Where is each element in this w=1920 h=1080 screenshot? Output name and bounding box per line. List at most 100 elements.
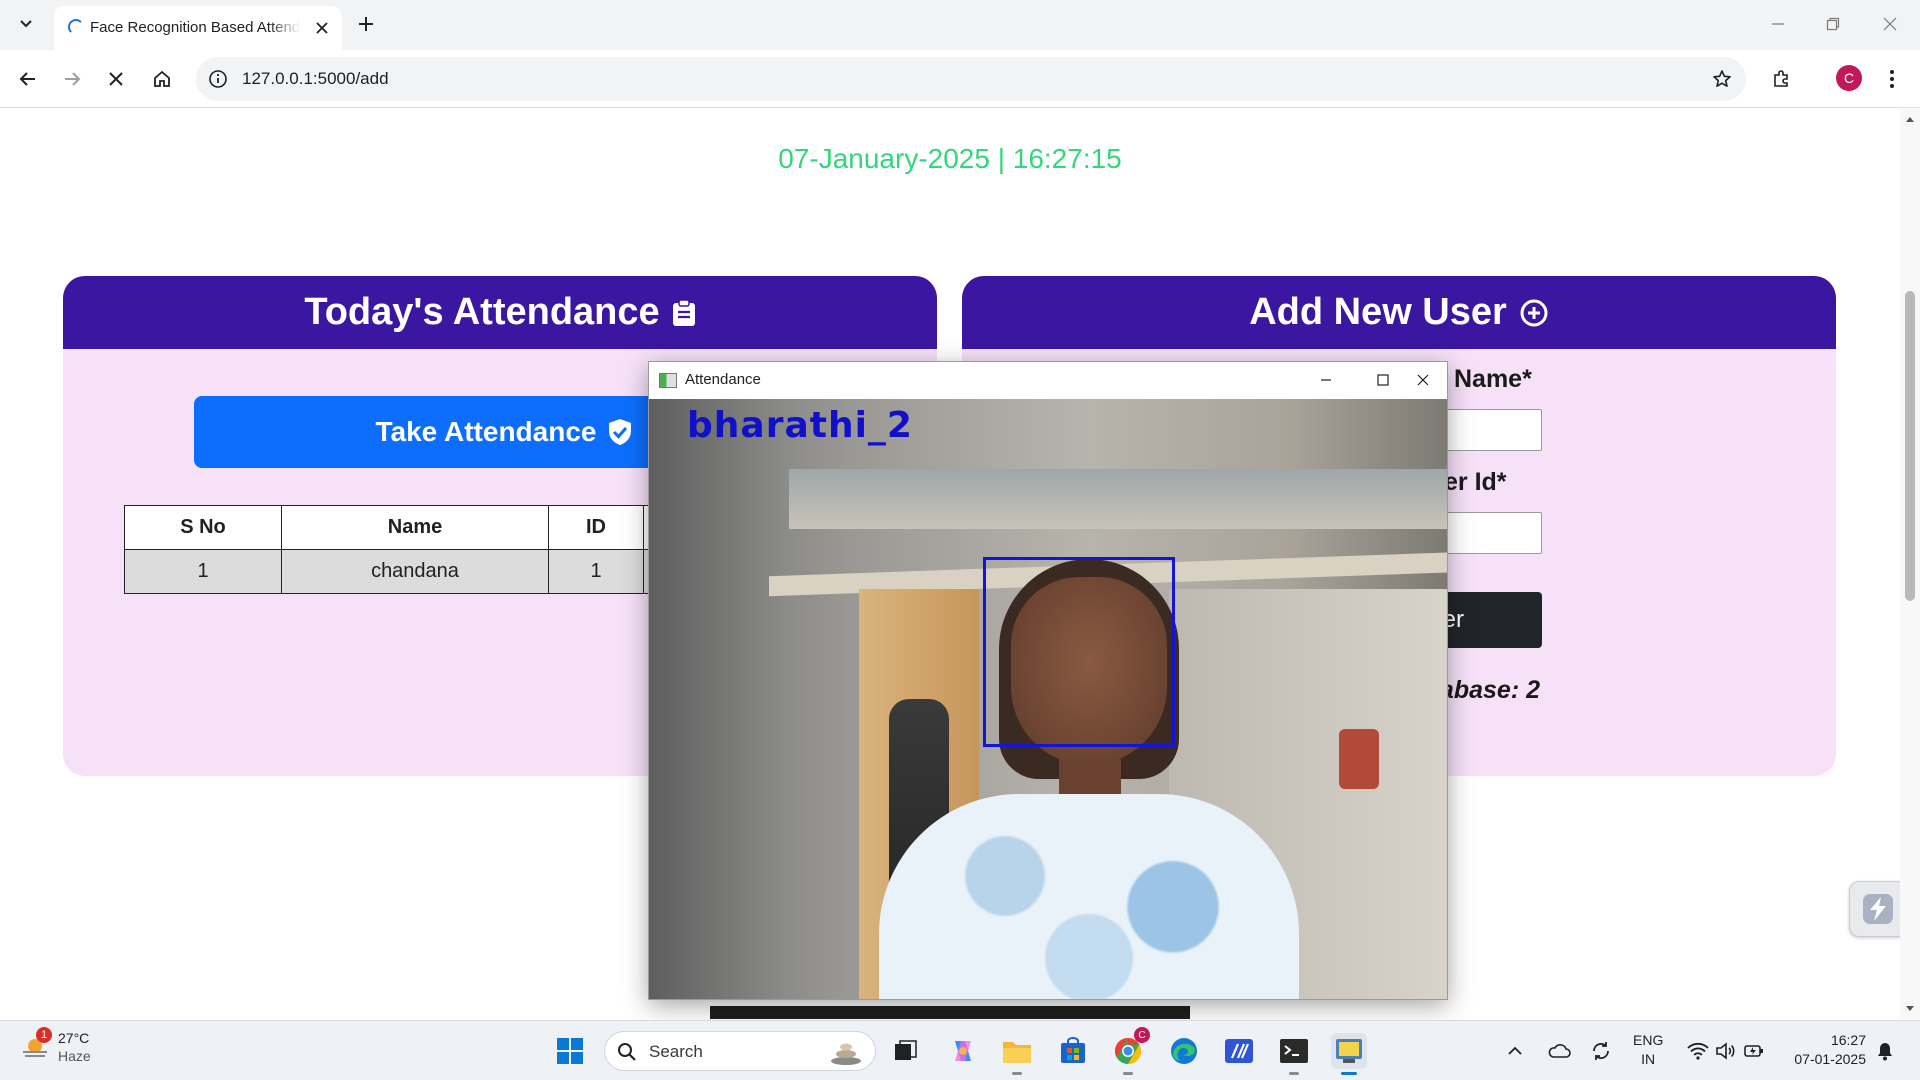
home-button[interactable] xyxy=(146,63,178,95)
battery-charging-icon xyxy=(1744,1045,1763,1057)
camera-minimize-button[interactable] xyxy=(1303,365,1349,395)
battery-tray-icon[interactable] xyxy=(1740,1033,1768,1069)
weather-widget[interactable]: 1 27°C Haze xyxy=(20,1027,91,1065)
close-icon xyxy=(1417,374,1429,386)
edge-icon xyxy=(1171,1038,1197,1064)
terminal-button[interactable] xyxy=(1276,1033,1312,1075)
camera-window-title: Attendance xyxy=(685,371,761,388)
minimize-icon xyxy=(1772,23,1784,25)
forward-button[interactable] xyxy=(56,63,88,95)
copilot-button[interactable] xyxy=(945,1033,981,1069)
browser-toolbar: 127.0.0.1:5000/add C xyxy=(0,50,1920,108)
microsoft-store-button[interactable] xyxy=(1055,1033,1091,1069)
weather-icon: 1 xyxy=(20,1027,52,1062)
task-view-icon xyxy=(895,1040,917,1060)
attendance-camera-window[interactable]: Attendance bharathi_2 xyxy=(648,361,1448,1000)
windows-icon xyxy=(557,1038,583,1064)
address-bar[interactable]: 127.0.0.1:5000/add xyxy=(196,57,1746,101)
notifications-button[interactable] xyxy=(1870,1033,1900,1069)
shield-check-icon xyxy=(609,419,632,445)
scroll-thumb[interactable] xyxy=(1905,291,1915,601)
close-window-button[interactable] xyxy=(1870,8,1910,40)
task-view-button[interactable] xyxy=(888,1033,924,1069)
home-icon xyxy=(154,70,170,87)
browser-tab-bar: Face Recognition Based Attendance xyxy=(0,0,1920,50)
column-header-name: Name xyxy=(281,505,549,550)
menu-icon xyxy=(1890,70,1894,88)
running-indicator xyxy=(1012,1072,1022,1075)
chrome-button[interactable]: C xyxy=(1110,1027,1150,1075)
camera-close-button[interactable] xyxy=(1400,365,1446,395)
scene-mirror xyxy=(1339,729,1379,789)
chrome-profile-badge: C xyxy=(1134,1027,1150,1043)
scroll-down-icon xyxy=(1906,1006,1914,1011)
minimize-icon xyxy=(1321,379,1331,381)
onedrive-tray-icon[interactable] xyxy=(1544,1033,1574,1069)
plus-icon xyxy=(359,17,373,31)
attendance-card-header: Today's Attendance xyxy=(63,276,937,349)
partial-bottom-bar xyxy=(710,1006,1190,1019)
language-code: ENG xyxy=(1633,1032,1664,1048)
url-text: 127.0.0.1:5000/add xyxy=(242,69,389,88)
profile-avatar[interactable]: C xyxy=(1836,65,1862,91)
close-icon xyxy=(316,22,328,34)
running-indicator xyxy=(1123,1072,1133,1075)
cell-name: chandana xyxy=(281,549,549,594)
taskbar-search[interactable]: Search xyxy=(604,1031,876,1071)
window-app-icon xyxy=(659,373,677,388)
browser-tab[interactable]: Face Recognition Based Attendance xyxy=(54,6,342,50)
folder-icon xyxy=(1003,1042,1031,1063)
sidebar-widget-button[interactable] xyxy=(1849,881,1900,937)
sync-tray-icon[interactable] xyxy=(1586,1033,1616,1069)
bookmark-button[interactable] xyxy=(1710,67,1734,91)
recognized-name-label: bharathi_2 xyxy=(687,405,913,446)
show-hidden-icons-button[interactable] xyxy=(1503,1033,1527,1069)
add-user-card-header: Add New User xyxy=(962,276,1836,349)
taskbar-clock[interactable]: 16:27 07-01-2025 xyxy=(1782,1031,1866,1069)
column-header-sno: S No xyxy=(124,505,282,550)
code-editor-icon xyxy=(1225,1039,1253,1063)
tab-title: Face Recognition Based Attendance xyxy=(90,19,300,36)
input-language-indicator[interactable]: ENG IN xyxy=(1633,1031,1663,1069)
vscode-button[interactable] xyxy=(1221,1033,1257,1069)
close-icon xyxy=(1883,17,1897,31)
back-icon xyxy=(19,72,35,86)
current-datetime: 07-January-2025 | 16:27:15 xyxy=(778,143,1122,174)
weather-badge: 1 xyxy=(36,1027,52,1043)
stones-icon xyxy=(831,1043,861,1065)
file-explorer-button[interactable] xyxy=(999,1033,1035,1075)
weather-text: 27°C Haze xyxy=(58,1029,91,1065)
attendance-card-title: Today's Attendance xyxy=(304,291,660,333)
stop-loading-button[interactable] xyxy=(100,63,132,95)
restore-button[interactable] xyxy=(1813,8,1853,40)
python-window-button[interactable] xyxy=(1331,1033,1367,1075)
camera-window-titlebar[interactable]: Attendance xyxy=(649,362,1447,399)
start-button[interactable] xyxy=(552,1033,588,1069)
tab-list-button[interactable] xyxy=(10,8,42,40)
python-app-icon xyxy=(1336,1039,1362,1063)
add-user-card-title: Add New User xyxy=(1249,291,1507,333)
wifi-tray-icon[interactable] xyxy=(1684,1033,1712,1069)
tab-close-button[interactable] xyxy=(312,18,332,38)
volume-tray-icon[interactable] xyxy=(1712,1033,1740,1069)
site-info-button[interactable] xyxy=(206,67,230,91)
minimize-button[interactable] xyxy=(1758,8,1798,40)
chevron-up-icon xyxy=(1508,1046,1522,1055)
copilot-icon xyxy=(955,1041,971,1061)
forward-icon xyxy=(65,72,81,86)
edge-button[interactable] xyxy=(1166,1033,1202,1069)
page-scrollbar[interactable] xyxy=(1900,109,1920,1019)
clock-time: 16:27 xyxy=(1830,1032,1866,1048)
new-tab-button[interactable] xyxy=(352,10,380,38)
search-icon xyxy=(618,1043,636,1061)
extensions-icon xyxy=(1774,70,1788,87)
column-header-id: ID xyxy=(548,505,644,550)
terminal-icon xyxy=(1280,1039,1308,1063)
back-button[interactable] xyxy=(12,63,44,95)
speaker-icon xyxy=(1716,1042,1735,1060)
weather-temp: 27°C xyxy=(58,1030,90,1046)
extensions-button[interactable] xyxy=(1765,63,1797,95)
stop-icon xyxy=(109,72,123,86)
cloud-icon xyxy=(1548,1044,1571,1058)
browser-menu-button[interactable] xyxy=(1876,63,1908,95)
